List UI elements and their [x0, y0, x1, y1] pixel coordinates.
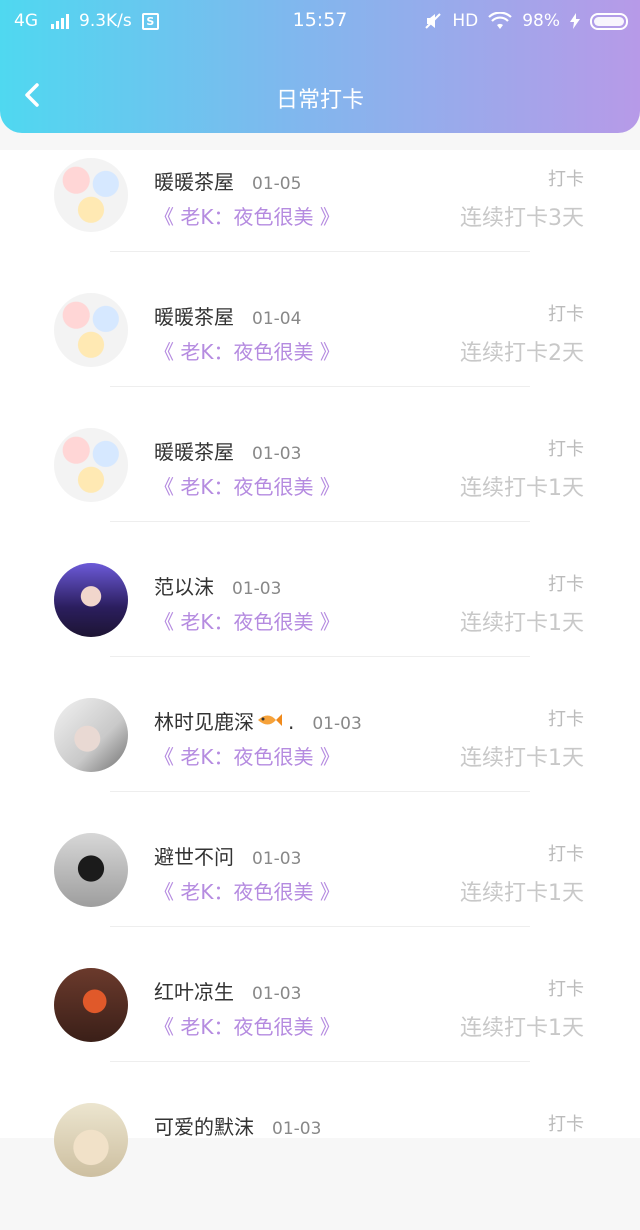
checkin-tag: 打卡 — [548, 844, 584, 865]
name-line: 可爱的默沫 01-03 — [154, 1111, 321, 1140]
name-line: 红叶凉生 01-03 — [154, 976, 301, 1005]
checkin-date: 01-03 — [232, 579, 282, 599]
hd-label: HD — [452, 11, 479, 31]
streak-count: 连续打卡1天 — [460, 476, 584, 501]
fish-emoji-icon — [256, 711, 282, 729]
checkin-date: 01-03 — [252, 984, 302, 1004]
avatar[interactable] — [54, 1103, 128, 1177]
avatar[interactable] — [54, 293, 128, 367]
page-title: 日常打卡 — [275, 88, 364, 113]
streak-count: 连续打卡1天 — [460, 746, 584, 771]
name-line: 暖暖茶屋 01-04 — [154, 301, 301, 330]
wifi-icon — [488, 12, 512, 29]
row-divider — [110, 926, 530, 927]
name-line: 林时见鹿深. 01-03 — [154, 706, 362, 735]
song-title-link[interactable]: 《 老K：夜色很美 》 — [154, 1011, 340, 1040]
checkin-tag: 打卡 — [548, 979, 584, 1000]
streak-count: 连续打卡1天 — [460, 1016, 584, 1041]
song-title-link[interactable]: 《 老K：夜色很美 》 — [154, 201, 340, 230]
song-title-link[interactable]: 《 老K：夜色很美 》 — [154, 471, 340, 500]
avatar[interactable] — [54, 968, 128, 1042]
user-name[interactable]: 暖暖茶屋 — [154, 301, 234, 330]
user-name-suffix: . — [288, 710, 295, 734]
user-name[interactable]: 暖暖茶屋 — [154, 166, 234, 195]
checkin-tag: 打卡 — [548, 1114, 584, 1135]
streak-count: 连续打卡2天 — [460, 341, 584, 366]
checkin-tag: 打卡 — [548, 574, 584, 595]
name-line: 暖暖茶屋 01-03 — [154, 436, 301, 465]
checkin-tag: 打卡 — [548, 169, 584, 190]
checkin-row[interactable]: 红叶凉生 01-03 打卡《 老K：夜色很美 》 连续打卡1天 — [0, 960, 640, 1095]
status-bar: 4G 9.3K/s S 15:57 HD 98% — [0, 0, 640, 44]
checkin-tag: 打卡 — [548, 439, 584, 460]
user-name[interactable]: 可爱的默沫 — [154, 1111, 254, 1140]
name-line: 避世不问 01-03 — [154, 841, 301, 870]
user-name[interactable]: 林时见鹿深 — [154, 706, 254, 735]
checkin-date: 01-04 — [252, 309, 302, 329]
row-divider — [110, 386, 530, 387]
user-name[interactable]: 红叶凉生 — [154, 976, 234, 1005]
checkin-date: 01-03 — [252, 444, 302, 464]
row-divider — [110, 656, 530, 657]
checkin-date: 01-03 — [272, 1119, 322, 1139]
song-title-link[interactable]: 《 老K：夜色很美 》 — [154, 876, 340, 905]
row-divider — [110, 521, 530, 522]
avatar[interactable] — [54, 158, 128, 232]
name-line: 暖暖茶屋 01-05 — [154, 166, 301, 195]
checkin-date: 01-03 — [252, 849, 302, 869]
avatar[interactable] — [54, 698, 128, 772]
checkin-row[interactable]: 避世不问 01-03 打卡《 老K：夜色很美 》 连续打卡1天 — [0, 825, 640, 960]
app-header: 4G 9.3K/s S 15:57 HD 98% 日常打卡 — [0, 0, 640, 133]
song-title-link[interactable]: 《 老K：夜色很美 》 — [154, 741, 340, 770]
checkin-row[interactable]: 暖暖茶屋 01-04 打卡《 老K：夜色很美 》 连续打卡2天 — [0, 285, 640, 420]
song-title-link[interactable]: 《 老K：夜色很美 》 — [154, 336, 340, 365]
avatar[interactable] — [54, 833, 128, 907]
silent-icon — [425, 13, 442, 29]
row-divider — [110, 1061, 530, 1062]
battery-percent: 98% — [522, 11, 560, 31]
user-name[interactable]: 范以沫 — [154, 571, 214, 600]
name-line: 范以沫 01-03 — [154, 571, 281, 600]
avatar[interactable] — [54, 428, 128, 502]
checkin-row[interactable]: 林时见鹿深. 01-03 打卡《 老K：夜色很美 》 连续打卡1天 — [0, 690, 640, 825]
row-divider — [110, 791, 530, 792]
charging-icon — [570, 13, 580, 29]
song-title-link[interactable]: 《 老K：夜色很美 》 — [154, 606, 340, 635]
checkin-row[interactable]: 可爱的默沫 01-03 打卡 — [0, 1095, 640, 1230]
checkin-date: 01-05 — [252, 174, 302, 194]
avatar[interactable] — [54, 563, 128, 637]
checkin-row[interactable]: 暖暖茶屋 01-03 打卡《 老K：夜色很美 》 连续打卡1天 — [0, 420, 640, 555]
battery-icon — [590, 12, 628, 30]
streak-count: 连续打卡1天 — [460, 881, 584, 906]
checkin-tag: 打卡 — [548, 709, 584, 730]
checkin-row[interactable]: 暖暖茶屋 01-05 打卡《 老K：夜色很美 》 连续打卡3天 — [0, 150, 640, 285]
streak-count: 连续打卡1天 — [460, 611, 584, 636]
user-name[interactable]: 避世不问 — [154, 841, 234, 870]
user-name[interactable]: 暖暖茶屋 — [154, 436, 234, 465]
checkin-date: 01-03 — [312, 714, 362, 734]
streak-count: 连续打卡3天 — [460, 206, 584, 231]
checkin-row[interactable]: 范以沫 01-03 打卡《 老K：夜色很美 》 连续打卡1天 — [0, 555, 640, 690]
checkin-tag: 打卡 — [548, 304, 584, 325]
row-divider — [110, 251, 530, 252]
